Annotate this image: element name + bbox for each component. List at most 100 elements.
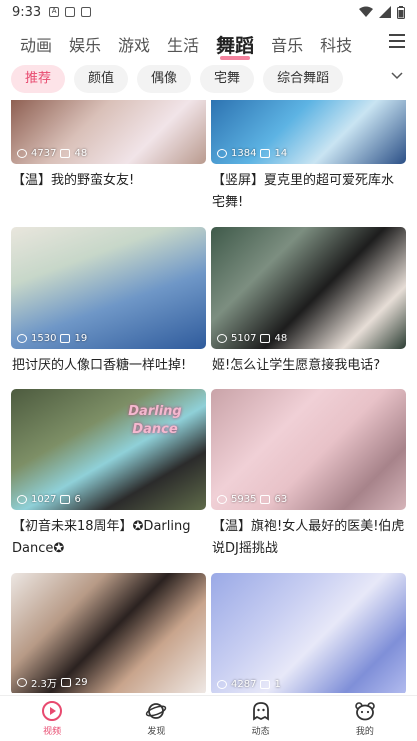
comment-icon (60, 495, 71, 504)
play-count-icon (217, 680, 227, 689)
comment-icon (260, 680, 271, 689)
video-title[interactable]: 【温】旗袍!女人最好的医美!伯虎说DJ摇挑战 (211, 516, 406, 560)
nav-video-label: 视频 (43, 727, 62, 737)
video-thumbnail[interactable]: 5107 48 (211, 227, 406, 349)
view-count: 1027 (31, 494, 57, 505)
video-thumbnail[interactable]: 4737 48 (11, 100, 206, 164)
tab-music[interactable]: 音乐 (271, 32, 303, 56)
chip-otaku-dance[interactable]: 宅舞 (200, 65, 255, 93)
video-stats: 4287 1 (217, 679, 281, 690)
comment-count: 29 (74, 677, 88, 688)
comment-count: 19 (74, 333, 88, 344)
tab-dance[interactable]: 舞蹈 (216, 31, 254, 60)
comment-icon (60, 334, 71, 343)
comment-icon (260, 149, 271, 158)
view-count: 2.3万 (31, 679, 57, 690)
nav-discover-label: 发现 (147, 727, 166, 737)
view-count: 5107 (231, 333, 257, 344)
comment-count: 63 (274, 494, 288, 505)
comment-count: 48 (74, 148, 88, 159)
comment-icon (260, 334, 271, 343)
video-title[interactable]: 姬!怎么让学生愿意接我电话? (211, 355, 406, 377)
video-card[interactable]: 4737 48 【温】我的野蛮女友! (11, 100, 206, 192)
wifi-icon (359, 6, 373, 17)
video-stats: 5935 63 (217, 494, 287, 505)
video-title[interactable]: 把讨厌的人像口香糖一样吐掉! (11, 355, 206, 377)
chip-idol[interactable]: 偶像 (137, 65, 192, 93)
thumbnail-overlay-text: Darling Dance (128, 404, 182, 437)
battery-icon (397, 5, 405, 19)
tab-games[interactable]: 游戏 (118, 32, 150, 56)
video-stats: 1530 19 (17, 333, 87, 344)
notification-download-icon (81, 7, 92, 17)
video-title[interactable]: 【初音未来18周年】✪Darling Dance✪ (11, 516, 206, 560)
play-count-icon (217, 495, 227, 504)
menu-icon[interactable] (389, 34, 405, 50)
chip-general-dance[interactable]: 综合舞蹈 (263, 65, 344, 93)
video-stats: 4737 48 (17, 148, 87, 159)
play-count-icon (17, 678, 27, 687)
status-bar: 9:33 A (0, 0, 417, 24)
comment-icon (60, 149, 71, 158)
bear-face-icon (355, 702, 375, 721)
nav-video[interactable]: 视频 (0, 696, 104, 741)
chevron-down-icon[interactable] (391, 69, 403, 81)
nav-profile-label: 我的 (355, 727, 374, 737)
chip-looks[interactable]: 颜值 (74, 65, 129, 93)
video-stats: 1027 6 (17, 494, 81, 505)
video-thumbnail[interactable]: Darling Dance 1027 6 (11, 389, 206, 510)
play-count-icon (217, 149, 227, 158)
comment-icon (60, 678, 71, 687)
view-count: 5935 (231, 494, 257, 505)
view-count: 1384 (231, 148, 257, 159)
comment-count: 14 (274, 148, 288, 159)
video-title[interactable]: 【竖屏】夏克里的超可爱死库水宅舞! (211, 170, 406, 214)
notification-image-icon (65, 7, 76, 17)
nav-discover[interactable]: 发现 (104, 696, 208, 741)
video-thumbnail[interactable]: 5935 63 (211, 389, 406, 510)
status-time: 9:33 (12, 4, 42, 20)
play-count-icon (217, 334, 227, 343)
video-thumbnail[interactable]: 1530 19 (11, 227, 206, 349)
tab-tech[interactable]: 科技 (320, 32, 352, 56)
video-thumbnail[interactable]: 4287 1 (211, 573, 406, 693)
tab-entertainment[interactable]: 娱乐 (69, 32, 101, 56)
video-card[interactable]: 2.3万 29 (11, 573, 206, 693)
play-count-icon (17, 495, 27, 504)
ghost-icon (252, 702, 269, 721)
view-count: 4737 (31, 148, 57, 159)
comment-count: 6 (74, 494, 81, 505)
chip-recommended[interactable]: 推荐 (11, 65, 66, 93)
video-thumbnail[interactable]: 2.3万 29 (11, 573, 206, 693)
video-thumbnail[interactable]: 1384 14 (211, 100, 406, 164)
planet-icon (146, 703, 167, 719)
video-icon (42, 701, 63, 721)
subcategory-chips: 推荐 颜值 偶像 宅舞 综合舞蹈 (0, 64, 417, 94)
video-feed: 4737 48 【温】我的野蛮女友! 1384 14 【竖屏】夏克里的超可爱死库… (0, 100, 417, 693)
tab-anime[interactable]: 动画 (20, 32, 52, 56)
signal-icon (379, 6, 391, 18)
video-card[interactable]: 1530 19 把讨厌的人像口香糖一样吐掉! (11, 227, 206, 377)
play-count-icon (17, 149, 27, 158)
video-card[interactable]: 1384 14 【竖屏】夏克里的超可爱死库水宅舞! (211, 100, 406, 214)
video-card[interactable]: 5107 48 姬!怎么让学生愿意接我电话? (211, 227, 406, 377)
play-count-icon (17, 334, 27, 343)
view-count: 4287 (231, 679, 257, 690)
video-stats: 2.3万 29 (17, 675, 88, 690)
bottom-nav: 视频 发现 动态 我的 (0, 695, 417, 741)
nav-activity-label: 动态 (251, 727, 270, 737)
category-tabs: 动画 娱乐 游戏 生活 舞蹈 音乐 科技 (0, 26, 417, 62)
video-card[interactable]: Darling Dance 1027 6 【初音未来18周年】✪Darling … (11, 389, 206, 560)
notification-a-icon: A (49, 7, 60, 17)
video-card[interactable]: 4287 1 (211, 573, 406, 693)
video-title[interactable]: 【温】我的野蛮女友! (11, 170, 206, 192)
tab-life[interactable]: 生活 (167, 32, 199, 56)
video-card[interactable]: 5935 63 【温】旗袍!女人最好的医美!伯虎说DJ摇挑战 (211, 389, 406, 560)
comment-count: 48 (274, 333, 288, 344)
comment-count: 1 (274, 679, 281, 690)
nav-profile[interactable]: 我的 (313, 696, 417, 741)
video-stats: 1384 14 (217, 148, 287, 159)
view-count: 1530 (31, 333, 57, 344)
nav-activity[interactable]: 动态 (209, 696, 313, 741)
comment-icon (260, 495, 271, 504)
